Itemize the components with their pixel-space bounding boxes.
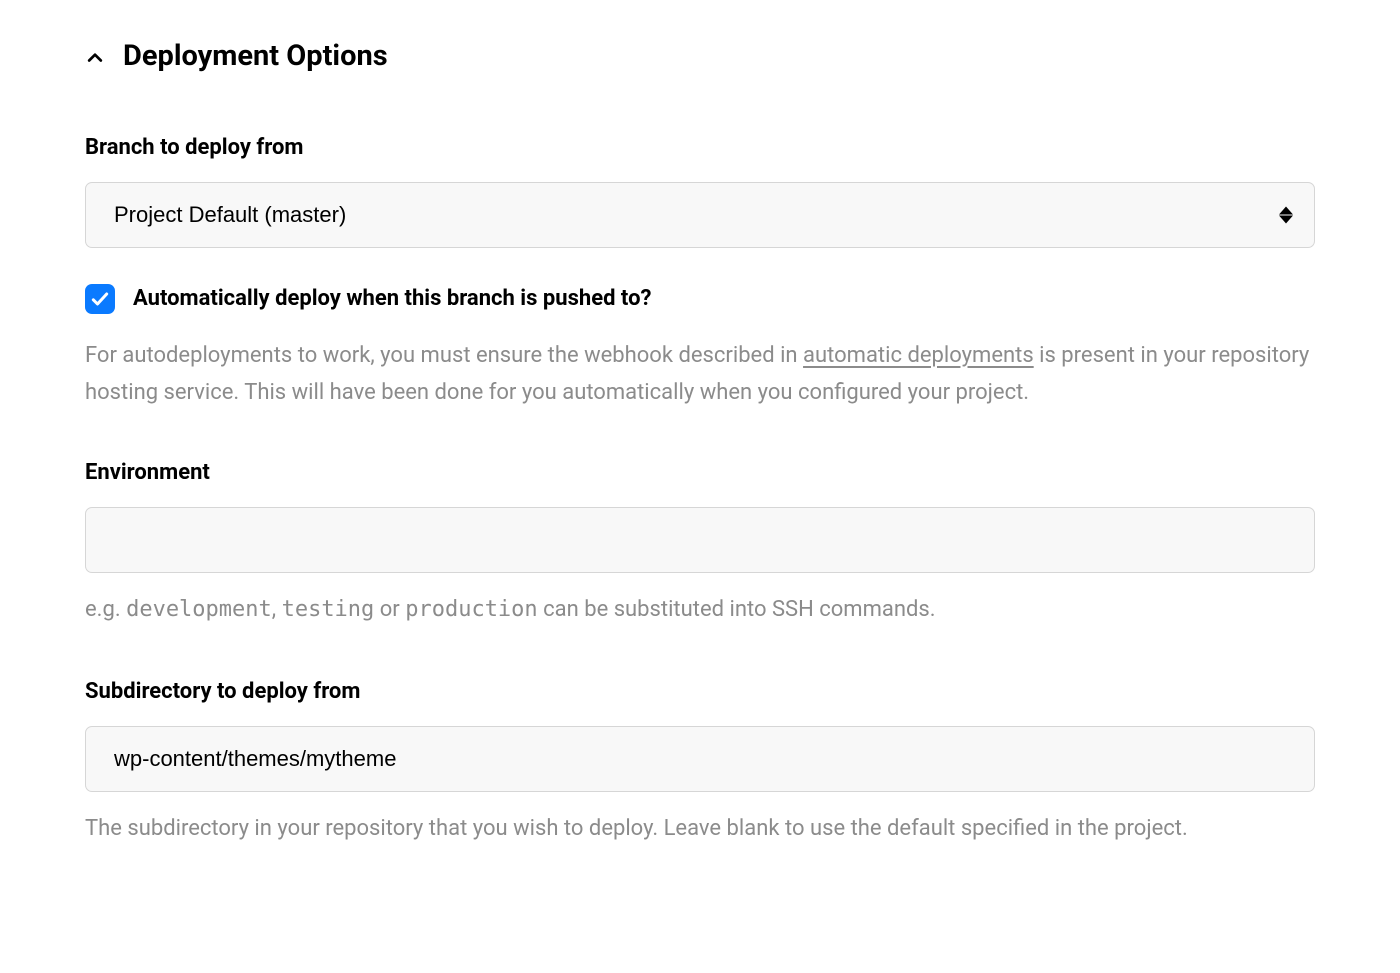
branch-select[interactable]: Project Default (master) <box>85 182 1315 248</box>
environment-hint-sep1: , <box>272 597 282 622</box>
auto-deploy-row: Automatically deploy when this branch is… <box>85 283 1315 315</box>
auto-deploy-checkbox[interactable] <box>85 284 115 314</box>
environment-field-group: Environment e.g. development, testing or… <box>85 457 1315 628</box>
auto-deploy-label: Automatically deploy when this branch is… <box>133 283 651 315</box>
environment-input[interactable] <box>85 507 1315 573</box>
environment-hint-sep2: or <box>374 597 405 622</box>
subdirectory-label: Subdirectory to deploy from <box>85 676 1315 708</box>
environment-label: Environment <box>85 457 1315 489</box>
section-header[interactable]: Deployment Options <box>85 35 1315 77</box>
subdirectory-input[interactable] <box>85 726 1315 792</box>
subdirectory-hint: The subdirectory in your repository that… <box>85 810 1315 847</box>
subdirectory-field-group: Subdirectory to deploy from The subdirec… <box>85 676 1315 847</box>
environment-hint-code3: production <box>405 597 537 622</box>
section-title: Deployment Options <box>123 35 388 77</box>
automatic-deployments-link[interactable]: automatic deployments <box>803 343 1034 368</box>
branch-select-wrap: Project Default (master) <box>85 182 1315 248</box>
check-icon <box>90 289 110 309</box>
auto-deploy-help-prefix: For autodeployments to work, you must en… <box>85 343 803 368</box>
branch-field-group: Branch to deploy from Project Default (m… <box>85 132 1315 248</box>
environment-hint-prefix: e.g. <box>85 597 126 622</box>
branch-label: Branch to deploy from <box>85 132 1315 164</box>
environment-hint-code2: testing <box>282 597 375 622</box>
chevron-up-icon <box>85 46 105 66</box>
environment-hint: e.g. development, testing or production … <box>85 591 1315 628</box>
environment-hint-suffix: can be substituted into SSH commands. <box>538 597 936 622</box>
environment-hint-code1: development <box>126 597 272 622</box>
auto-deploy-help: For autodeployments to work, you must en… <box>85 337 1315 412</box>
